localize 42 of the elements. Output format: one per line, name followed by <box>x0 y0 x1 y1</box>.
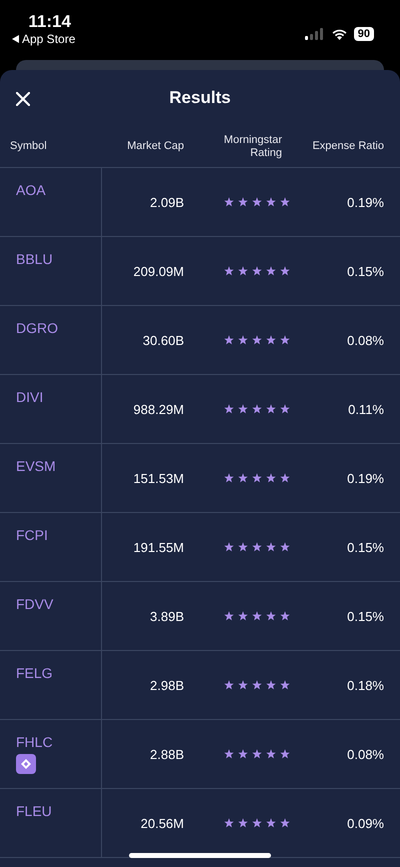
table-cell-text: 3.89B <box>149 608 184 624</box>
fund-symbol[interactable]: FDVV <box>16 596 54 612</box>
column-header: Morningstar Rating <box>222 134 283 160</box>
fund-symbol[interactable]: FELG <box>16 665 53 681</box>
table-cell-text: 0.08% <box>346 746 385 762</box>
fund-symbol[interactable]: FCPI <box>16 527 48 543</box>
back-arrow-icon <box>12 35 19 43</box>
table-cell-text: 988.29M <box>132 402 184 416</box>
close-button[interactable] <box>14 90 32 108</box>
table-cell-text: 30.60B <box>142 332 184 348</box>
table-cell-text: 0.15% <box>346 264 385 278</box>
table-cell-text: 0.11% <box>347 402 385 416</box>
table-cell-text: 151.53M <box>132 470 184 486</box>
table-cell-text: 0.19% <box>346 470 385 486</box>
fund-symbol[interactable]: DGRO <box>16 320 58 336</box>
table-cell-text: 20.56M <box>140 816 184 830</box>
fund-symbol[interactable]: AOA <box>16 182 46 198</box>
column-header: Symbol <box>9 140 48 153</box>
table-cell-text: 2.09B <box>149 194 184 210</box>
table-cell-text: 209.09M <box>132 264 184 278</box>
battery-level: 90 <box>354 27 374 41</box>
table-cell-text: 0.18% <box>346 678 385 692</box>
column-header: Expense Ratio <box>311 140 385 153</box>
table-cell-text: 2.98B <box>149 678 184 692</box>
column-header: Market Cap <box>126 140 184 153</box>
fund-symbol[interactable]: DIVI <box>16 389 44 405</box>
table-cell-text: 0.08% <box>346 332 385 348</box>
sheet-title: Results <box>169 88 231 108</box>
table-cell-text: 0.15% <box>346 540 385 554</box>
fund-symbol[interactable]: BBLU <box>16 251 53 267</box>
fund-symbol[interactable]: EVSM <box>16 458 56 474</box>
table-cell-text: 0.15% <box>346 608 385 624</box>
table-cell-text: 0.09% <box>346 816 385 830</box>
fund-symbol[interactable]: FLEU <box>16 803 52 819</box>
signal-icon <box>304 28 325 40</box>
table-cell-text: 191.55M <box>132 540 184 554</box>
status-time: 11:14 <box>28 12 71 32</box>
back-link[interactable]: App Store <box>12 32 76 46</box>
table-cell-text: 2.88B <box>149 746 184 762</box>
wifi-icon <box>330 28 348 40</box>
fund-symbol[interactable]: FHLC <box>16 734 53 750</box>
table-cell-text: 0.19% <box>346 194 385 210</box>
